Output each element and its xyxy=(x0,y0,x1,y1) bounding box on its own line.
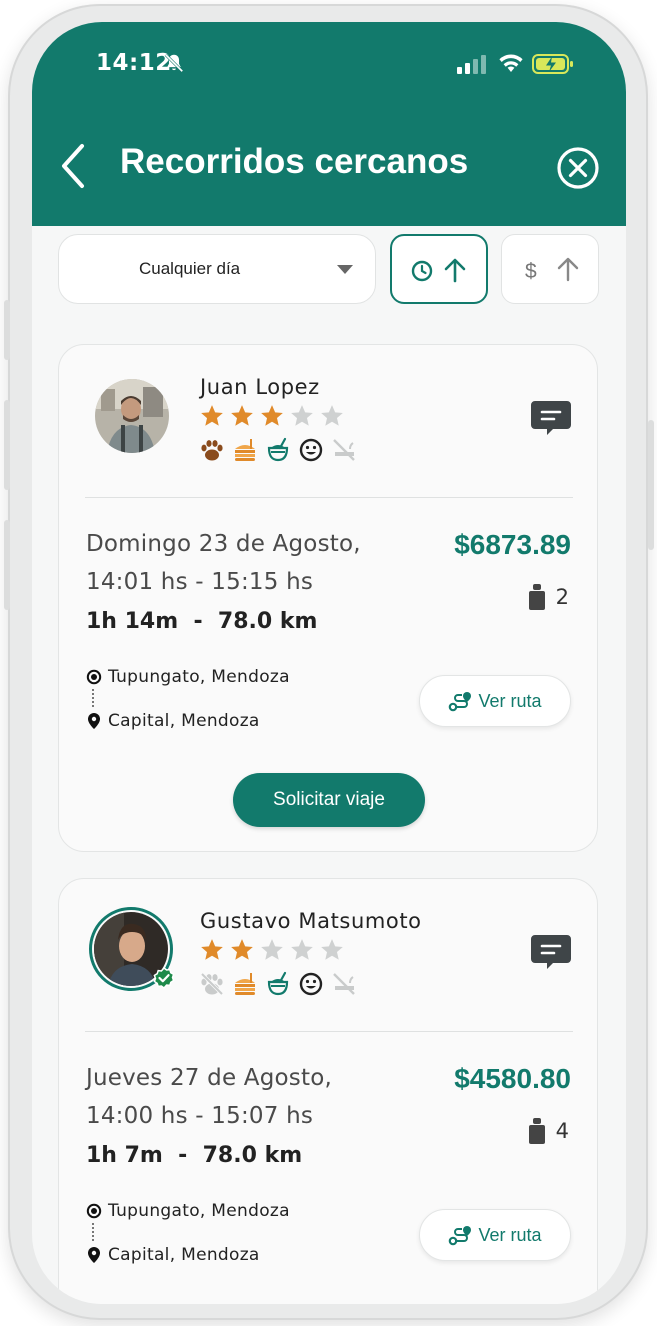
trip-date: Domingo 23 de Agosto, xyxy=(86,531,361,557)
card-divider xyxy=(85,497,573,498)
destination-text: Capital, Mendoza xyxy=(108,711,260,731)
view-route-label: Ver ruta xyxy=(478,1224,542,1245)
sort-by-time-button[interactable] xyxy=(390,234,488,304)
star-filled-icon xyxy=(201,939,223,960)
smile-icon xyxy=(299,438,323,462)
route-icon xyxy=(449,1226,472,1246)
verified-badge-icon xyxy=(153,967,175,989)
driver-avatar[interactable] xyxy=(95,379,169,453)
origin-text: Tupungato, Mendoza xyxy=(108,667,290,687)
trip-route: Tupungato, Mendoza Capital, Mendoza xyxy=(86,667,386,737)
seat-icon xyxy=(528,584,545,610)
no-pets-icon xyxy=(200,972,224,996)
view-route-label: Ver ruta xyxy=(478,690,542,711)
route-origin: Tupungato, Mendoza xyxy=(86,667,290,687)
trip-seats: 2 xyxy=(528,583,569,611)
side-button-left-3 xyxy=(4,520,10,610)
star-filled-icon xyxy=(231,405,253,426)
food-icon xyxy=(235,439,255,461)
star-filled-icon xyxy=(261,405,283,426)
day-filter-value: Cualquier día xyxy=(139,259,241,278)
route-icon xyxy=(449,692,472,712)
paw-icon xyxy=(201,440,223,461)
wifi-icon xyxy=(499,54,523,72)
no-smoking-icon xyxy=(333,973,355,995)
trip-price: $4580.80 xyxy=(454,1063,571,1094)
back-button[interactable] xyxy=(54,140,94,192)
driver-preferences xyxy=(199,437,357,465)
seats-count: 2 xyxy=(555,585,569,609)
dollar-arrow-up-icon: $ xyxy=(525,257,579,283)
view-route-button[interactable]: Ver ruta xyxy=(419,675,571,727)
star-empty-icon xyxy=(291,405,313,426)
destination-pin-icon xyxy=(88,1247,100,1263)
app-screen: 14:12 Recorridos cercanos Cualquier día … xyxy=(32,22,626,1304)
star-empty-icon xyxy=(321,405,343,426)
driver-rating xyxy=(199,403,345,429)
star-filled-icon xyxy=(231,939,253,960)
route-dots xyxy=(92,1223,94,1241)
route-destination: Capital, Mendoza xyxy=(86,1245,260,1265)
origin-icon xyxy=(86,669,102,685)
route-origin: Tupungato, Mendoza xyxy=(86,1201,290,1221)
trip-duration-distance: 1h 7m - 78.0 km xyxy=(86,1143,303,1168)
chevron-down-icon xyxy=(337,265,353,274)
trip-time-range: 14:00 hs - 15:07 hs xyxy=(86,1103,314,1129)
view-route-button[interactable]: Ver ruta xyxy=(419,1209,571,1261)
clock-arrow-up-icon xyxy=(411,258,466,283)
dollar-symbol: $ xyxy=(525,260,537,283)
no-smoking-icon xyxy=(333,439,355,461)
close-button[interactable] xyxy=(556,146,600,190)
side-button-left-2 xyxy=(4,400,10,490)
trip-duration-distance: 1h 14m - 78.0 km xyxy=(86,609,318,634)
day-filter-select[interactable]: Cualquier día xyxy=(58,234,376,304)
chat-button[interactable] xyxy=(529,929,573,973)
cellular-signal-icon xyxy=(457,55,486,74)
side-button-right xyxy=(648,420,654,550)
destination-text: Capital, Mendoza xyxy=(108,1245,260,1265)
trip-card: Juan Lopez Domingo 23 de Agosto, 14:01 h… xyxy=(58,344,598,852)
route-dots xyxy=(92,689,94,707)
chat-button[interactable] xyxy=(529,395,573,439)
smile-icon xyxy=(299,972,323,996)
star-filled-icon xyxy=(201,405,223,426)
driver-rating xyxy=(199,937,345,963)
driver-preferences xyxy=(199,971,357,999)
star-empty-icon xyxy=(291,939,313,960)
route-destination: Capital, Mendoza xyxy=(86,711,260,731)
star-empty-icon xyxy=(321,939,343,960)
app-header: 14:12 Recorridos cercanos xyxy=(32,22,626,226)
food-icon xyxy=(235,973,255,995)
mate-icon xyxy=(267,437,289,462)
trip-route: Tupungato, Mendoza Capital, Mendoza xyxy=(86,1201,386,1271)
sort-by-price-button[interactable]: $ xyxy=(501,234,599,304)
mate-icon xyxy=(267,971,289,996)
trip-date: Jueves 27 de Agosto, xyxy=(86,1065,332,1091)
destination-pin-icon xyxy=(88,713,100,729)
origin-text: Tupungato, Mendoza xyxy=(108,1201,290,1221)
star-empty-icon xyxy=(261,939,283,960)
trip-seats: 4 xyxy=(528,1117,569,1145)
bell-muted-icon xyxy=(164,53,184,73)
origin-icon xyxy=(86,1203,102,1219)
card-divider xyxy=(85,1031,573,1032)
trip-card: Gustavo Matsumoto Jueves 27 de Agosto, 1… xyxy=(58,878,598,1304)
page-title: Recorridos cercanos xyxy=(120,142,469,181)
battery-charging-icon xyxy=(532,54,573,74)
seat-icon xyxy=(528,1118,545,1144)
trip-price: $6873.89 xyxy=(454,529,571,560)
driver-photo xyxy=(95,379,169,453)
side-button-left-1 xyxy=(4,300,10,360)
seats-count: 4 xyxy=(555,1119,569,1143)
driver-name: Gustavo Matsumoto xyxy=(200,909,422,933)
driver-name: Juan Lopez xyxy=(200,375,320,399)
trip-time-range: 14:01 hs - 15:15 hs xyxy=(86,569,314,595)
status-time: 14:12 xyxy=(96,50,172,76)
request-trip-button[interactable]: Solicitar viaje xyxy=(233,773,425,827)
